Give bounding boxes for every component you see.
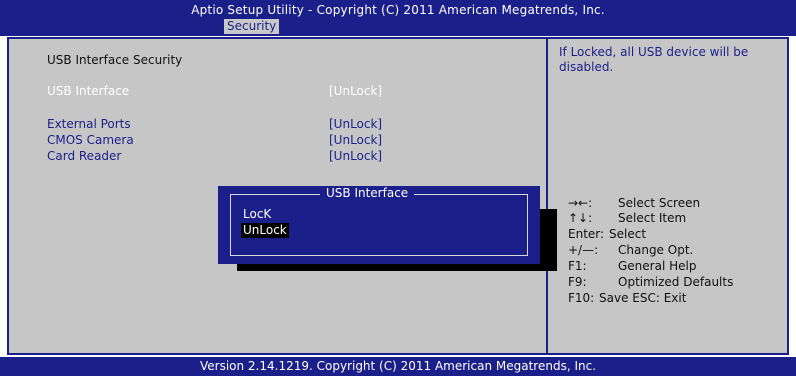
key-desc: General Help — [618, 259, 697, 273]
key-desc: Select Item — [618, 211, 687, 225]
help-text: If Locked, all USB device will be disabl… — [559, 45, 749, 74]
section-title: USB Interface Security — [47, 53, 183, 67]
tab-security[interactable]: Security — [224, 19, 280, 34]
key-label: Enter: — [568, 227, 605, 241]
setting-value[interactable]: [UnLock] — [329, 149, 382, 163]
footer-version: Version 2.14.1219. Copyright (C) 2011 Am… — [0, 357, 796, 376]
option-lock[interactable]: LocK — [241, 207, 273, 222]
setting-label: CMOS Camera — [47, 133, 134, 147]
setting-value[interactable]: [UnLock] — [329, 133, 382, 147]
key-label: F10: — [568, 291, 595, 305]
key-desc: Optimized Defaults — [618, 275, 734, 289]
key-desc: Change Opt. — [618, 243, 694, 257]
key-label: +/—: — [568, 243, 599, 257]
panel-divider — [546, 39, 548, 353]
title-bar: Aptio Setup Utility - Copyright (C) 2011… — [0, 0, 796, 36]
setting-value[interactable]: [UnLock] — [329, 117, 382, 131]
app-title: Aptio Setup Utility - Copyright (C) 2011… — [191, 3, 605, 17]
setting-label: Card Reader — [47, 149, 122, 163]
arrow-up-down-icon: ↑↓: — [568, 211, 593, 225]
key-label: F1: — [568, 259, 587, 273]
popup-title: USB Interface — [320, 186, 415, 201]
key-select-item: ↑↓: Select Item — [568, 211, 686, 227]
key-enter: Enter: Select — [568, 227, 646, 243]
key-label: F9: — [568, 275, 587, 289]
setting-label: External Ports — [47, 117, 131, 131]
arrow-left-right-icon: →←: — [568, 196, 593, 210]
setting-label: USB Interface — [47, 84, 130, 98]
key-f9: F9: Optimized Defaults — [568, 275, 733, 291]
option-unlock[interactable]: UnLock — [241, 223, 289, 238]
key-desc: Select — [609, 227, 647, 241]
key-desc: Save ESC: Exit — [599, 291, 687, 305]
key-f1: F1: General Help — [568, 259, 696, 275]
key-change-opt: +/—: Change Opt. — [568, 243, 693, 259]
usb-interface-popup[interactable]: USB Interface LocK UnLock — [218, 186, 540, 264]
setting-value[interactable]: [UnLock] — [329, 84, 382, 98]
key-desc: Select Screen — [618, 196, 701, 210]
key-f10: F10: Save ESC: Exit — [568, 291, 686, 307]
key-select-screen: →←: Select Screen — [568, 196, 700, 212]
